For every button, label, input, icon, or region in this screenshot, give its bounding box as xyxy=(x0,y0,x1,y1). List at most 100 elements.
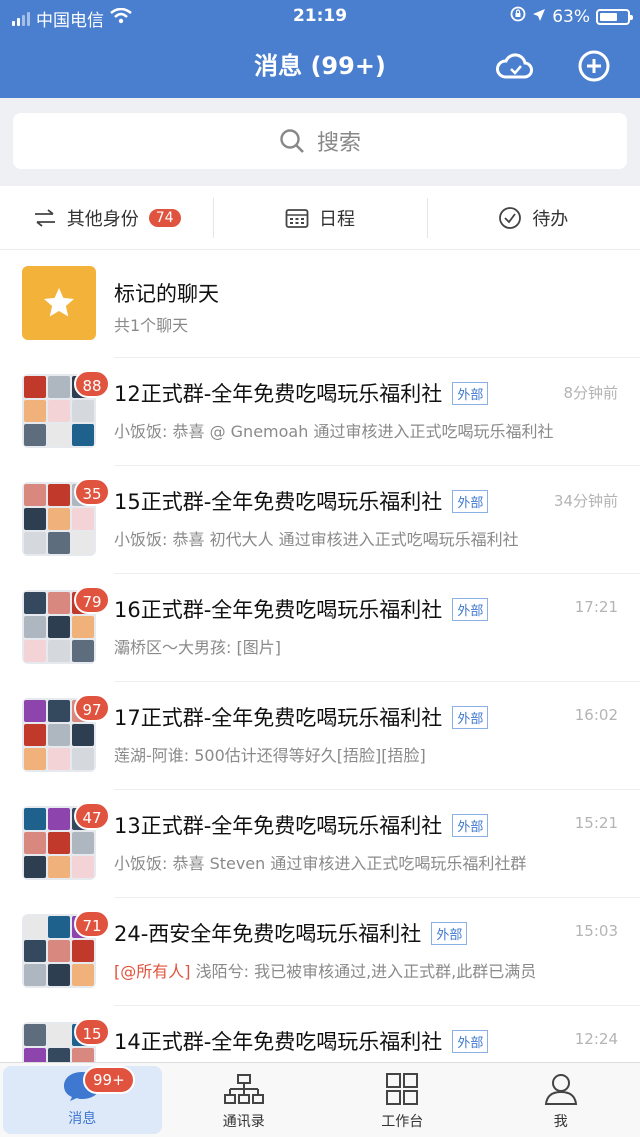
chat-title: 13正式群-全年免费吃喝玩乐福利社 外部 xyxy=(114,810,489,840)
chat-preview: 灞桥区～大男孩: [图片] xyxy=(114,634,594,658)
unread-badge: 79 xyxy=(74,586,110,614)
chat-title: 17正式群-全年免费吃喝玩乐福利社 外部 xyxy=(114,702,489,732)
unread-badge: 47 xyxy=(74,802,110,830)
tab-workbench[interactable]: 工作台 xyxy=(323,1063,482,1137)
chat-row[interactable]: 97 17正式群-全年免费吃喝玩乐福利社 外部 16:02 莲湖-阿谁: 500估… xyxy=(0,682,640,790)
unread-badge: 88 xyxy=(74,370,110,398)
cloud-button[interactable] xyxy=(494,46,534,86)
mention-tag: [@所有人] xyxy=(114,962,191,981)
external-tag: 外部 xyxy=(452,490,489,513)
avatar-thumb xyxy=(24,508,46,530)
avatar-thumb xyxy=(24,484,46,506)
avatar-thumb xyxy=(24,856,46,878)
battery-percent: 63% xyxy=(552,6,590,27)
preview-text: 灞桥区～大男孩: [图片] xyxy=(114,638,281,657)
chat-preview: 小饭饭: 恭喜 @ Gnemoah 通过审核进入正式吃喝玩乐福利社 xyxy=(114,418,594,442)
group-avatar: 88 xyxy=(22,370,110,448)
starred-subtitle: 共1个聊天 xyxy=(114,316,189,335)
chat-title: 14正式群-全年免费吃喝玩乐福利社 外部 xyxy=(114,1026,489,1056)
unread-badge: 97 xyxy=(74,694,110,722)
avatar-thumb xyxy=(48,748,70,770)
tab-contacts[interactable]: 通讯录 xyxy=(165,1063,324,1137)
chat-row[interactable]: 47 13正式群-全年免费吃喝玩乐福利社 外部 15:21 小饭饭: 恭喜 Ste… xyxy=(0,790,640,898)
starred-chats-item[interactable]: 标记的聊天 共1个聊天 xyxy=(0,250,640,358)
avatar-thumb xyxy=(48,856,70,878)
tab-me-label: 我 xyxy=(553,1114,568,1130)
avatar-thumb xyxy=(24,940,46,962)
avatar-thumb xyxy=(24,916,46,938)
chat-preview: [@所有人] 浅陌兮: 我已被审核通过,进入正式群,此群已满员 xyxy=(114,958,594,982)
avatar-thumb xyxy=(48,616,70,638)
avatar-thumb xyxy=(24,640,46,662)
status-right: 63% xyxy=(510,6,633,27)
avatar-thumb xyxy=(24,616,46,638)
avatar-thumb xyxy=(24,592,46,614)
avatar-thumb xyxy=(48,532,70,554)
external-tag: 外部 xyxy=(452,598,489,621)
add-button[interactable] xyxy=(574,46,614,86)
chat-preview: 莲湖-阿谁: 500估计还得等好久[捂脸][捂脸] xyxy=(114,742,594,766)
avatar-thumb xyxy=(72,832,94,854)
schedule-label: 日程 xyxy=(318,208,355,230)
avatar-thumb xyxy=(72,856,94,878)
chat-name: 16正式群-全年免费吃喝玩乐福利社 xyxy=(114,598,443,622)
avatar-thumb xyxy=(72,964,94,986)
messages-badge: 99+ xyxy=(83,1066,135,1094)
chat-title: 24-西安全年免费吃喝玩乐福利社 外部 xyxy=(114,918,468,948)
chat-name: 12正式群-全年免费吃喝玩乐福利社 xyxy=(114,382,443,406)
tab-contacts-label: 通讯录 xyxy=(222,1114,265,1130)
avatar-thumb xyxy=(48,1024,70,1046)
chat-title: 12正式群-全年免费吃喝玩乐福利社 外部 xyxy=(114,378,489,408)
person-icon xyxy=(544,1074,577,1105)
group-avatar: 71 xyxy=(22,910,110,988)
tab-messages-label: 消息 xyxy=(68,1111,97,1127)
chat-title: 16正式群-全年免费吃喝玩乐福利社 外部 xyxy=(114,594,489,624)
avatar-thumb xyxy=(48,916,70,938)
avatar-thumb xyxy=(24,808,46,830)
chat-title: 15正式群-全年免费吃喝玩乐福利社 外部 xyxy=(114,486,489,516)
chat-row[interactable]: 71 24-西安全年免费吃喝玩乐福利社 外部 15:03 [@所有人] 浅陌兮: … xyxy=(0,898,640,1006)
search-area: 搜索 xyxy=(0,98,640,186)
external-tag: 外部 xyxy=(452,814,489,837)
preview-text: 小饭饭: 恭喜 初代大人 通过审核进入正式吃喝玩乐福利社 xyxy=(114,530,519,549)
avatar-thumb xyxy=(48,1048,70,1062)
page-title: 消息 (99+) xyxy=(254,52,386,80)
external-tag: 外部 xyxy=(452,706,489,729)
avatar-thumb xyxy=(72,616,94,638)
external-tag: 外部 xyxy=(452,382,489,405)
avatar-thumb xyxy=(48,724,70,746)
group-avatar: 79 xyxy=(22,586,110,664)
chat-row[interactable]: 15 14正式群-全年免费吃喝玩乐福利社 外部 12:24 xyxy=(0,1006,640,1062)
search-input[interactable]: 搜索 xyxy=(13,113,627,169)
tab-messages[interactable]: 消息 99+ xyxy=(3,1066,162,1134)
avatar-thumb xyxy=(72,640,94,662)
avatar-thumb xyxy=(72,400,94,422)
avatar-thumb xyxy=(24,748,46,770)
avatar-thumb xyxy=(24,724,46,746)
todo-button[interactable]: 待办 xyxy=(426,186,640,249)
chat-row[interactable]: 35 15正式群-全年免费吃喝玩乐福利社 外部 34分钟前 小饭饭: 恭喜 初代大… xyxy=(0,466,640,574)
search-icon xyxy=(280,129,304,153)
external-tag: 外部 xyxy=(431,922,468,945)
chat-time: 34分钟前 xyxy=(553,492,618,510)
other-identity-button[interactable]: 其他身份 74 xyxy=(0,186,213,249)
group-avatar: 47 xyxy=(22,802,110,880)
chat-time: 12:24 xyxy=(574,1030,618,1048)
chat-name: 13正式群-全年免费吃喝玩乐福利社 xyxy=(114,814,443,838)
chat-time: 17:21 xyxy=(574,598,618,616)
chat-name: 17正式群-全年免费吃喝玩乐福利社 xyxy=(114,706,443,730)
plus-circle-icon xyxy=(578,50,610,82)
avatar-thumb xyxy=(48,400,70,422)
chat-row[interactable]: 88 12正式群-全年免费吃喝玩乐福利社 外部 8分钟前 小饭饭: 恭喜 @ Gn… xyxy=(0,358,640,466)
unread-badge: 35 xyxy=(74,478,110,506)
chat-row[interactable]: 79 16正式群-全年免费吃喝玩乐福利社 外部 17:21 灞桥区～大男孩: [图… xyxy=(0,574,640,682)
avatar-thumb xyxy=(24,400,46,422)
other-identity-label: 其他身份 xyxy=(66,208,139,230)
tab-me[interactable]: 我 xyxy=(482,1063,640,1137)
chat-time: 16:02 xyxy=(574,706,618,724)
chat-preview: 小饭饭: 恭喜 Steven 通过审核进入正式吃喝玩乐福利社群 xyxy=(114,850,594,874)
schedule-button[interactable]: 日程 xyxy=(213,186,426,249)
avatar-thumb xyxy=(24,1024,46,1046)
avatar-thumb xyxy=(48,376,70,398)
unread-badge: 15 xyxy=(74,1018,110,1046)
